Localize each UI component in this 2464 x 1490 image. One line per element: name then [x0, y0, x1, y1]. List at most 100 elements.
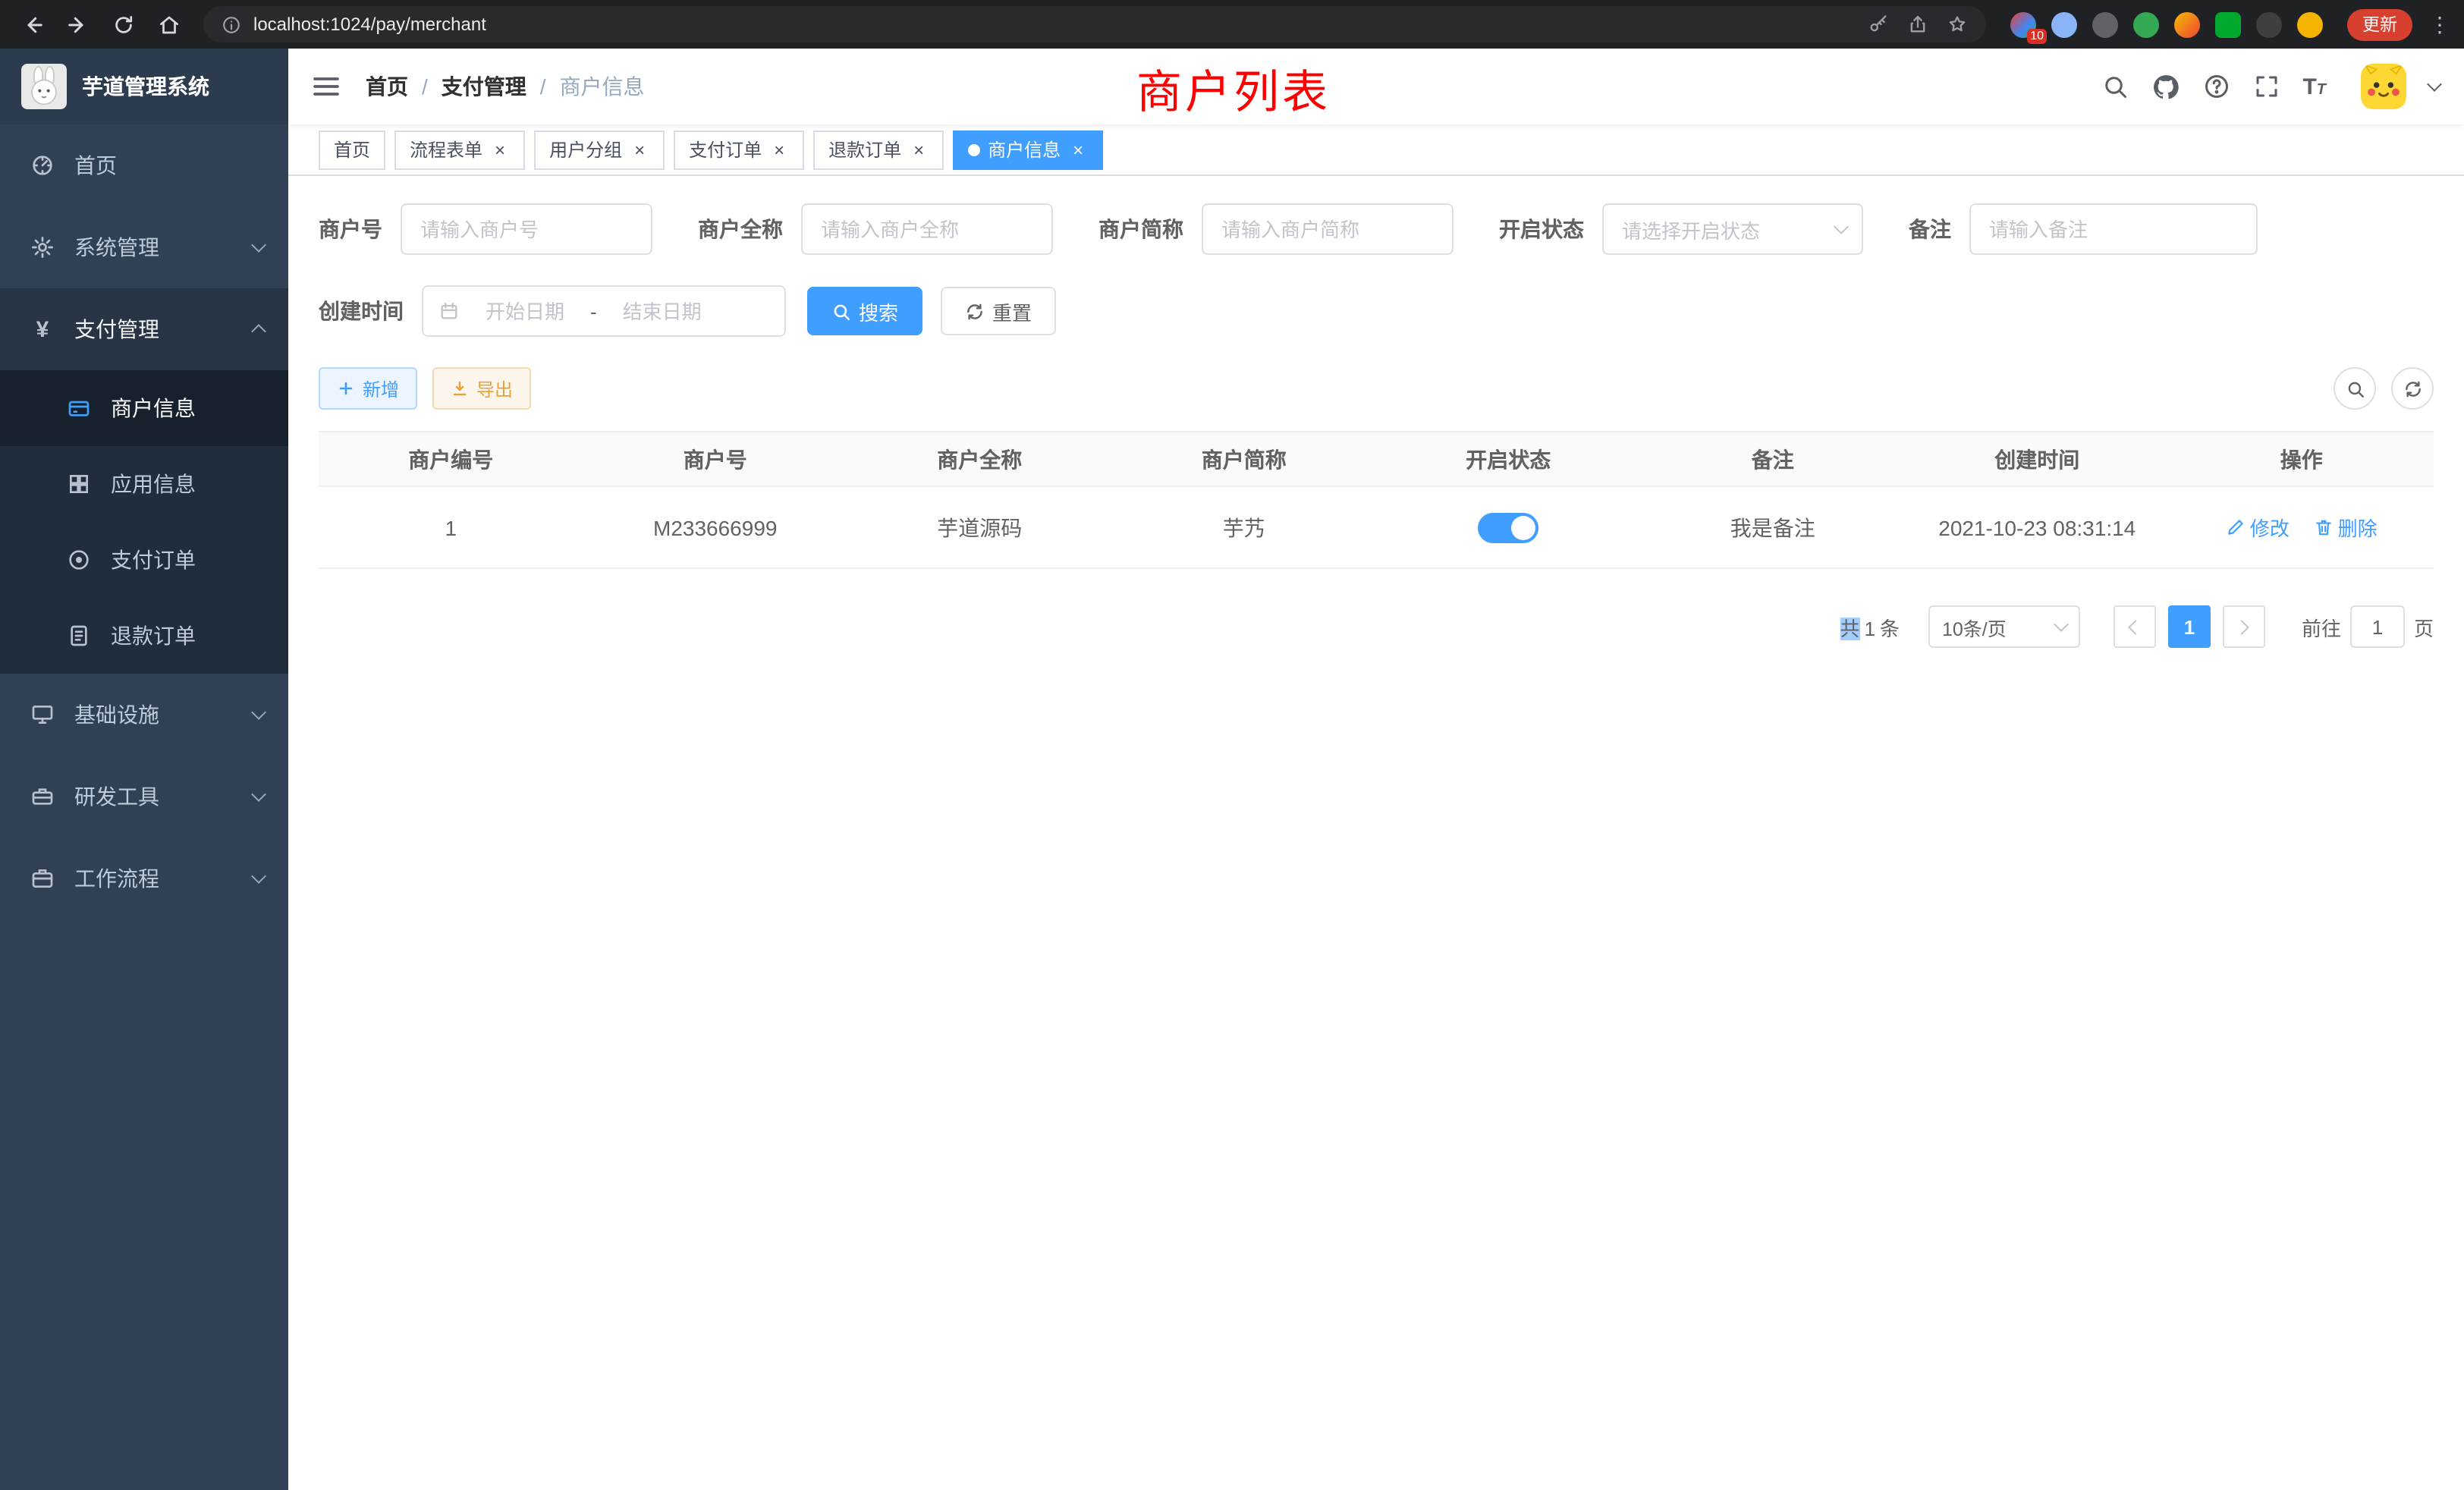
delete-link[interactable]: 删除	[2314, 513, 2378, 542]
extension-icon[interactable]	[2256, 11, 2282, 37]
tab-label: 流程表单	[410, 137, 482, 162]
browser-update-button[interactable]: 更新	[2347, 8, 2412, 40]
toggle-search-icon-button[interactable]	[2334, 367, 2376, 410]
extension-icon[interactable]	[2174, 11, 2200, 37]
chevron-down-icon	[253, 244, 264, 250]
page-size-select[interactable]: 10条/页	[1928, 605, 2080, 648]
filter-label: 商户号	[319, 214, 382, 244]
filter-label: 创建时间	[319, 296, 404, 326]
address-bar[interactable]: localhost:1024/pay/merchant	[203, 6, 1986, 42]
full-name-input[interactable]	[801, 203, 1053, 255]
url-text[interactable]: localhost:1024/pay/merchant	[253, 14, 1856, 35]
sidebar-item-home[interactable]: 首页	[0, 124, 288, 206]
cell-merchant-no: M233666999	[583, 486, 848, 568]
yen-icon: ¥	[30, 317, 55, 341]
back-icon[interactable]	[12, 5, 52, 44]
sidebar-item-devtools[interactable]: 研发工具	[0, 756, 288, 838]
date-end-input[interactable]	[606, 300, 718, 322]
close-icon[interactable]: ×	[490, 140, 510, 159]
tab-home[interactable]: 首页	[319, 130, 385, 169]
tab-merchant-info[interactable]: 商户信息 ×	[953, 130, 1103, 169]
sidebar-item-app-info[interactable]: 应用信息	[0, 446, 288, 522]
status-select[interactable]: 请选择开启状态	[1602, 203, 1863, 255]
breadcrumb-home[interactable]: 首页	[366, 71, 408, 102]
page-annotation: 商户列表	[1136, 55, 1331, 121]
hamburger-icon[interactable]	[311, 71, 341, 102]
date-range-picker[interactable]: -	[422, 285, 786, 337]
reset-button[interactable]: 重置	[941, 287, 1056, 335]
reset-button-label: 重置	[992, 297, 1032, 325]
refresh-icon-button[interactable]	[2391, 367, 2434, 410]
tab-label: 首页	[334, 137, 370, 162]
cell-remark: 我是备注	[1641, 486, 1906, 568]
sidebar-item-refund-order[interactable]: 退款订单	[0, 598, 288, 674]
tab-user-group[interactable]: 用户分组 ×	[534, 130, 665, 169]
status-toggle[interactable]	[1478, 512, 1538, 542]
close-icon[interactable]: ×	[1068, 140, 1088, 159]
next-page-button[interactable]	[2223, 605, 2265, 648]
dashboard-icon	[30, 153, 55, 178]
chevron-down-icon	[253, 875, 264, 882]
help-icon[interactable]	[2202, 73, 2230, 100]
font-size-icon[interactable]: TT	[2302, 75, 2326, 98]
filter-label: 开启状态	[1499, 214, 1584, 244]
add-button[interactable]: 新增	[319, 367, 417, 410]
tab-process-form[interactable]: 流程表单 ×	[394, 130, 525, 169]
app-title: 芋道管理系统	[82, 71, 209, 102]
short-name-input[interactable]	[1202, 203, 1454, 255]
chevron-down-icon	[2056, 624, 2066, 630]
sidebar-item-merchant-info[interactable]: 商户信息	[0, 370, 288, 446]
forward-icon[interactable]	[58, 5, 97, 44]
merchant-no-input[interactable]	[401, 203, 652, 255]
sidebar-item-system[interactable]: 系统管理	[0, 206, 288, 288]
extension-icon[interactable]	[2297, 11, 2323, 37]
bookmark-star-icon[interactable]	[1947, 14, 1968, 35]
sidebar-item-payment[interactable]: ¥ 支付管理	[0, 288, 288, 370]
sidebar-item-label: 系统管理	[74, 232, 253, 262]
search-icon[interactable]	[2101, 73, 2128, 100]
edit-link[interactable]: 修改	[2226, 513, 2290, 542]
remark-input[interactable]	[1969, 203, 2258, 255]
export-button[interactable]: 导出	[432, 367, 531, 410]
goto-page-input[interactable]	[2350, 605, 2405, 648]
search-button[interactable]: 搜索	[807, 287, 922, 335]
sidebar-item-infra[interactable]: 基础设施	[0, 674, 288, 756]
date-start-input[interactable]	[469, 300, 581, 322]
extension-icon[interactable]	[2092, 11, 2118, 37]
close-icon[interactable]: ×	[909, 140, 929, 159]
grid-icon	[67, 472, 91, 496]
close-icon[interactable]: ×	[769, 140, 789, 159]
app-logo[interactable]: 芋道管理系统	[0, 49, 288, 124]
merchant-table: 商户编号 商户号 商户全称 商户简称 开启状态 备注 创建时间 操作 1	[319, 431, 2434, 569]
key-icon[interactable]	[1868, 14, 1889, 35]
browser-toolbar: localhost:1024/pay/merchant 10	[0, 0, 2464, 49]
extension-icon[interactable]	[2133, 11, 2159, 37]
share-icon[interactable]	[1907, 14, 1928, 35]
prev-page-button[interactable]	[2114, 605, 2156, 648]
col-short-name: 商户简称	[1112, 432, 1377, 486]
logo-image	[21, 64, 67, 109]
reload-icon[interactable]	[103, 5, 143, 44]
sidebar-item-workflow[interactable]: 工作流程	[0, 838, 288, 919]
user-avatar[interactable]	[2361, 64, 2406, 109]
tab-refund-order[interactable]: 退款订单 ×	[813, 130, 944, 169]
sidebar-item-label: 应用信息	[111, 469, 267, 499]
cell-create-time: 2021-10-23 08:31:14	[1905, 486, 2170, 568]
avatar-caret-icon[interactable]	[2429, 83, 2440, 90]
extension-icon[interactable]	[2051, 11, 2077, 37]
info-icon[interactable]	[222, 14, 241, 34]
sidebar-item-pay-order[interactable]: 支付订单	[0, 522, 288, 598]
delete-link-label: 删除	[2338, 513, 2378, 542]
home-icon[interactable]	[149, 5, 188, 44]
add-button-label: 新增	[363, 376, 399, 401]
browser-menu-icon[interactable]: ⋮	[2428, 11, 2452, 37]
tab-pay-order[interactable]: 支付订单 ×	[674, 130, 804, 169]
extension-icon[interactable]	[2215, 11, 2241, 37]
target-icon	[67, 548, 91, 572]
page-1-button[interactable]: 1	[2168, 605, 2211, 648]
extension-icon[interactable]: 10	[2010, 11, 2036, 37]
close-icon[interactable]: ×	[630, 140, 649, 159]
github-icon[interactable]	[2151, 72, 2180, 101]
breadcrumb-payment[interactable]: 支付管理	[442, 71, 526, 102]
fullscreen-icon[interactable]	[2252, 73, 2280, 100]
